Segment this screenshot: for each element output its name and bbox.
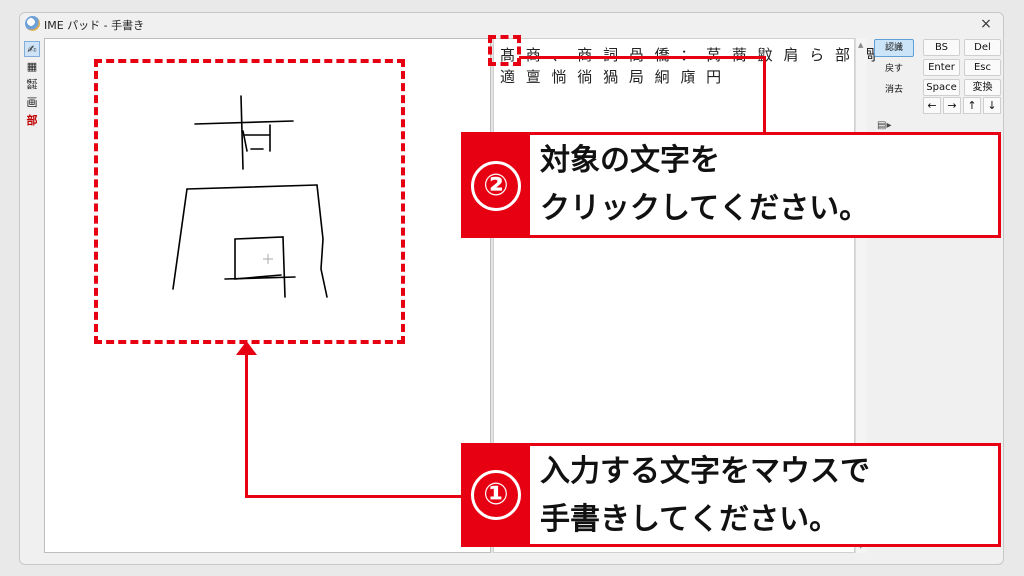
command-buttons: 認識 戻す 消去 — [874, 39, 914, 102]
title-bar: IME パッド - 手書き × — [20, 13, 1003, 35]
del-key[interactable]: Del — [964, 39, 1001, 56]
convert-key[interactable]: 変換 — [964, 79, 1001, 96]
callout-one-line2: 手書きしてください。 — [540, 502, 840, 537]
down-arrow-key[interactable]: ↓ — [983, 97, 1001, 114]
close-button[interactable]: × — [977, 15, 995, 33]
candidate-row-1[interactable]: 髙 商 、 商 詞 咼 僑 ： 莴 蔏 鼤 肩 ら 部 渦 — [500, 44, 879, 65]
window-title: IME パッド - 手書き — [44, 19, 145, 32]
esc-key[interactable]: Esc — [964, 59, 1001, 76]
callout-step-one: ① 入力する文字をマウスで 手書きしてください。 — [461, 443, 1001, 547]
tool-strip: ✍ ▦ ㍿ 画 部 — [24, 41, 40, 131]
space-key[interactable]: Space — [923, 79, 960, 96]
right-arrow-key[interactable]: → — [943, 97, 961, 114]
edit-keys: BS Del Enter Esc Space 変換 — [923, 39, 1001, 96]
candidate-row-2[interactable]: 適 亶 惝 徜 猧 局 絅 廎 円 — [500, 66, 724, 87]
handwriting-highlight-box — [94, 59, 405, 344]
callout-step-two: ② 対象の文字を クリックしてください。 — [461, 132, 1001, 238]
callout-two-line2: クリックしてください。 — [540, 191, 870, 226]
step-one-number: ① — [471, 470, 521, 520]
callout-two-line1: 対象の文字を — [540, 143, 720, 178]
radical-tool-icon[interactable]: 部 — [24, 113, 40, 129]
bs-key[interactable]: BS — [923, 39, 960, 56]
callout-one-line1: 入力する文字をマウスで — [540, 454, 870, 489]
character-list-tool-icon[interactable]: ▦ — [24, 59, 40, 75]
back-button[interactable]: 戻す — [874, 60, 914, 78]
recognize-button[interactable]: 認識 — [874, 39, 914, 57]
up-arrow-key[interactable]: ↑ — [963, 97, 981, 114]
step-badge-one: ① — [464, 446, 530, 544]
connector-one-vertical — [245, 348, 248, 498]
connector-two-horizontal — [519, 56, 766, 59]
arrowhead-up-icon — [236, 341, 257, 355]
handwriting-tool-icon[interactable]: ✍ — [24, 41, 40, 57]
connector-one-horizontal — [245, 495, 463, 498]
stroke-count-tool-icon[interactable]: 画 — [24, 95, 40, 111]
enter-key[interactable]: Enter — [923, 59, 960, 76]
left-arrow-key[interactable]: ← — [923, 97, 941, 114]
arrow-keys: ← → ↑ ↓ — [923, 97, 1001, 114]
step-badge-two: ② — [464, 135, 530, 235]
step-two-number: ② — [471, 161, 521, 211]
symbol-tool-icon[interactable]: ㍿ — [24, 77, 40, 93]
scroll-up-icon[interactable]: ▲ — [858, 41, 863, 49]
ime-app-icon — [25, 16, 40, 31]
connector-two-vertical — [763, 56, 766, 134]
clear-button[interactable]: 消去 — [874, 81, 914, 99]
candidate-highlight-box — [488, 35, 521, 66]
